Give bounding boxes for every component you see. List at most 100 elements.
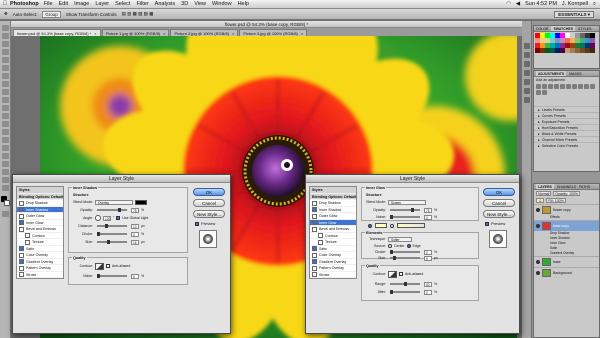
vibrance-icon[interactable]: [560, 84, 565, 89]
angle-dial-icon[interactable]: [95, 215, 101, 221]
menu-edit[interactable]: Edit: [59, 1, 68, 7]
menu-layer[interactable]: Layer: [95, 1, 109, 7]
layer-row[interactable]: Background: [534, 267, 599, 278]
eye-icon[interactable]: [536, 271, 540, 275]
brush-tool-icon[interactable]: [2, 81, 9, 87]
opacity-slider[interactable]: [390, 208, 420, 212]
center-radio[interactable]: [388, 244, 392, 248]
type-tool-icon[interactable]: [2, 145, 9, 151]
size-input[interactable]: 16: [131, 239, 139, 245]
tab-channels[interactable]: CHANNELS: [557, 184, 576, 189]
contour-picker[interactable]: [388, 270, 397, 278]
tab-masks[interactable]: MASKS: [569, 71, 581, 76]
color-swatch[interactable]: [590, 48, 595, 53]
navigator-panel-icon[interactable]: [524, 97, 530, 103]
jitter-slider[interactable]: [390, 290, 420, 294]
preview-checkbox[interactable]: Preview: [195, 221, 215, 226]
anti-aliased-checkbox[interactable]: [106, 264, 110, 268]
cancel-button[interactable]: Cancel: [193, 199, 225, 207]
brushes-panel-icon[interactable]: [524, 61, 530, 67]
noise-input[interactable]: 0: [424, 214, 432, 220]
hand-tool-icon[interactable]: [2, 177, 9, 183]
menu-window[interactable]: Window: [212, 1, 232, 7]
cancel-button[interactable]: Cancel: [483, 199, 515, 207]
crop-tool-icon[interactable]: [2, 57, 9, 63]
gradient-tool-icon[interactable]: [2, 113, 9, 119]
tab-document-4[interactable]: Picture 3.jpg @ 100% (RGB/8) ×: [239, 29, 308, 36]
choke-input[interactable]: 0: [131, 231, 139, 237]
zoom-tool-icon[interactable]: [2, 185, 9, 191]
style-item-stroke[interactable]: Stroke: [17, 272, 63, 278]
clone-stamp-tool-icon[interactable]: [2, 89, 9, 95]
app-menu[interactable]: Photoshop: [10, 1, 39, 7]
workspace-switcher[interactable]: ESSENTIALS ▾: [554, 10, 594, 18]
style-item-stroke[interactable]: Stroke: [310, 272, 356, 278]
tab-document-2[interactable]: Picture 1.jpg @ 100% (RGB/8) ×: [101, 29, 170, 36]
noise-slider[interactable]: [97, 274, 127, 278]
menu-analysis[interactable]: Analysis: [155, 1, 175, 7]
3d-rotate-tool-icon[interactable]: [2, 169, 9, 175]
path-select-tool-icon[interactable]: [2, 153, 9, 159]
pen-tool-icon[interactable]: [2, 137, 9, 143]
move-tool-icon[interactable]: [2, 25, 9, 31]
glow-gradient-picker[interactable]: [397, 223, 425, 228]
wifi-icon[interactable]: ◠: [506, 1, 511, 7]
preset-selective-color[interactable]: ▸ Selective Color Presets: [534, 142, 599, 148]
black-white-icon[interactable]: [578, 84, 583, 89]
clock[interactable]: Sun 4:52 PM: [525, 1, 557, 7]
character-panel-icon[interactable]: [524, 70, 530, 76]
blend-mode-dropdown[interactable]: Screen: [388, 199, 426, 205]
marquee-tool-icon[interactable]: [2, 33, 9, 39]
choke-input[interactable]: 0: [424, 249, 432, 255]
brightness-icon[interactable]: [536, 84, 541, 89]
preview-checkbox[interactable]: Preview: [485, 221, 505, 226]
tab-adjustments[interactable]: ADJUSTMENTS: [536, 71, 567, 76]
menu-view[interactable]: View: [194, 1, 206, 7]
gradient-radio[interactable]: [390, 223, 394, 228]
ok-button[interactable]: OK: [483, 188, 515, 196]
opacity-input[interactable]: 75: [131, 207, 139, 213]
levels-icon[interactable]: [542, 84, 547, 89]
auto-select-dropdown[interactable]: Group: [42, 10, 61, 18]
shadow-color-swatch[interactable]: [135, 199, 147, 205]
swatch-grid[interactable]: [534, 32, 599, 54]
blur-tool-icon[interactable]: [2, 121, 9, 127]
range-slider[interactable]: [390, 282, 420, 286]
photo-filter-icon[interactable]: [584, 84, 589, 89]
move-tool-icon[interactable]: ✥: [4, 11, 8, 17]
color-balance-icon[interactable]: [572, 84, 577, 89]
glow-color-swatch[interactable]: [375, 223, 387, 228]
show-transform-checkbox[interactable]: Show Transform Controls: [66, 12, 117, 17]
technique-dropdown[interactable]: Softer: [388, 236, 412, 242]
lasso-tool-icon[interactable]: [2, 41, 9, 47]
distance-slider[interactable]: [97, 224, 127, 228]
hue-saturation-icon[interactable]: [566, 84, 571, 89]
eye-icon[interactable]: [536, 208, 540, 212]
jitter-input[interactable]: 0: [424, 289, 432, 295]
user-name[interactable]: J. Kornpell: [562, 1, 588, 7]
channel-mixer-icon[interactable]: [590, 84, 595, 89]
opacity-slider[interactable]: [97, 208, 127, 212]
eye-icon[interactable]: [536, 260, 540, 264]
menu-3d[interactable]: 3D: [181, 1, 188, 7]
opacity-input[interactable]: 75: [424, 207, 432, 213]
quick-select-tool-icon[interactable]: [2, 49, 9, 55]
eyedropper-tool-icon[interactable]: [2, 65, 9, 71]
tab-color[interactable]: COLOR: [536, 26, 548, 31]
range-input[interactable]: 50: [424, 281, 432, 287]
dodge-tool-icon[interactable]: [2, 129, 9, 135]
size-input[interactable]: 5: [424, 255, 432, 261]
angle-input[interactable]: 120: [103, 215, 111, 221]
layer-row[interactable]: flower copy: [534, 204, 599, 215]
eye-icon[interactable]: [536, 224, 540, 228]
contour-picker[interactable]: [95, 262, 104, 270]
menu-filter[interactable]: Filter: [136, 1, 148, 7]
spotlight-icon[interactable]: ⌕: [593, 1, 596, 8]
exposure-icon[interactable]: [554, 84, 559, 89]
eraser-tool-icon[interactable]: [2, 105, 9, 111]
distance-input[interactable]: 13: [131, 223, 139, 229]
size-slider[interactable]: [390, 256, 420, 260]
tab-styles[interactable]: STYLES: [578, 26, 591, 31]
shape-tool-icon[interactable]: [2, 161, 9, 167]
new-style-button[interactable]: New Style...: [483, 210, 515, 218]
